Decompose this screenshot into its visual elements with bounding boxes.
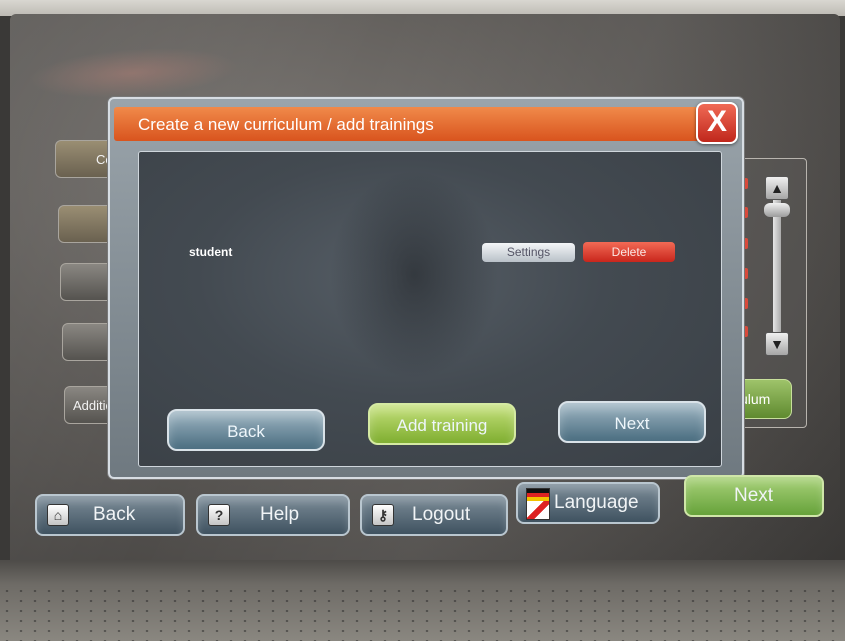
keyhole-icon: ⚷ [372, 504, 394, 526]
flag-icon [526, 488, 550, 520]
close-button[interactable]: X [696, 102, 738, 144]
question-icon: ? [208, 504, 230, 526]
scrollbar-thumb[interactable] [764, 203, 790, 217]
logout-button[interactable]: ⚷ Logout [360, 494, 508, 536]
language-label: Language [554, 492, 639, 513]
dialog-title: Create a new curriculum / add trainings [114, 107, 718, 141]
help-button[interactable]: ? Help [196, 494, 350, 536]
training-item-name: student [189, 245, 233, 259]
language-button[interactable]: Language [516, 482, 660, 524]
delete-button[interactable]: Delete [583, 242, 675, 262]
add-training-button[interactable]: Add training [368, 403, 516, 445]
scroll-up-arrow-icon[interactable]: ▲ [765, 176, 789, 200]
help-label: Help [260, 504, 300, 525]
dialog-next-button[interactable]: Next [558, 401, 706, 443]
scroll-down-arrow-icon[interactable]: ▼ [765, 332, 789, 356]
next-button[interactable]: Next [684, 475, 824, 517]
create-curriculum-dialog: Create a new curriculum / add trainings … [108, 97, 744, 479]
screen-reflection [329, 170, 499, 380]
device-bottom-frame [0, 560, 845, 641]
home-icon: ⌂ [47, 504, 69, 526]
back-button[interactable]: ⌂ Back [35, 494, 185, 536]
background-menu-label-5: Additio [73, 398, 113, 413]
logout-label: Logout [412, 504, 471, 525]
next-label: Next [734, 485, 774, 506]
background-menu-label-1: Co [96, 152, 113, 167]
close-icon: X [706, 105, 727, 138]
dialog-back-button[interactable]: Back [167, 409, 325, 451]
back-label: Back [93, 504, 136, 525]
settings-button[interactable]: Settings [482, 243, 575, 262]
